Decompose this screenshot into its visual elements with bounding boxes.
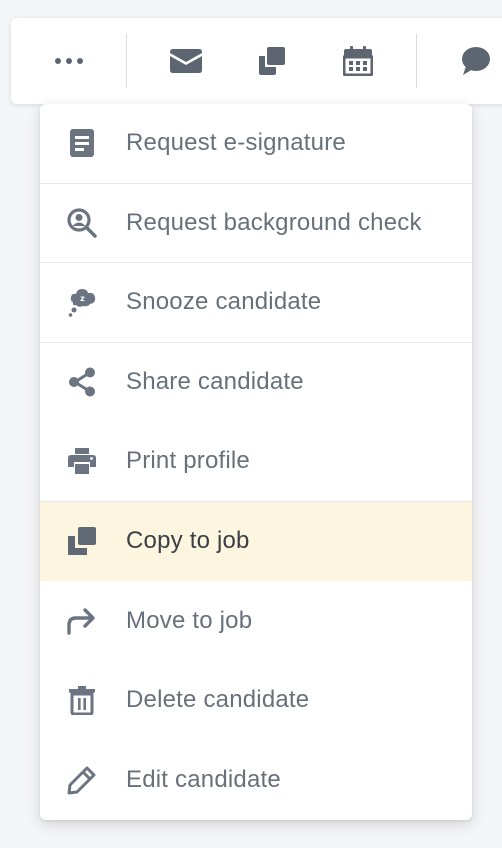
snooze-icon: z xyxy=(66,286,98,318)
menu-item-request-e-signature[interactable]: Request e-signature xyxy=(40,104,472,184)
candidate-toolbar xyxy=(11,18,502,104)
document-icon xyxy=(66,127,98,159)
menu-item-label: Print profile xyxy=(126,447,250,475)
calendar-icon xyxy=(343,46,373,76)
toolbar-divider xyxy=(126,34,127,88)
printer-icon xyxy=(66,445,98,477)
trash-icon xyxy=(66,684,98,716)
toolbar-divider xyxy=(416,34,417,88)
menu-item-label: Copy to job xyxy=(126,527,250,555)
svg-text:z: z xyxy=(80,294,85,303)
menu-item-edit-candidate[interactable]: Edit candidate xyxy=(40,740,472,820)
menu-item-label: Move to job xyxy=(126,606,253,634)
copy-button[interactable] xyxy=(247,18,297,104)
email-button[interactable] xyxy=(161,18,211,104)
copy-icon xyxy=(66,525,98,557)
menu-item-request-background-check[interactable]: Request background check xyxy=(40,184,472,263)
share-icon xyxy=(66,366,98,398)
comment-icon xyxy=(461,46,491,76)
menu-item-label: Request background check xyxy=(126,208,422,236)
menu-item-print-profile[interactable]: Print profile xyxy=(40,422,472,502)
menu-item-label: Edit candidate xyxy=(126,765,281,793)
menu-item-label: Request e-signature xyxy=(126,129,346,157)
more-actions-button[interactable] xyxy=(41,18,97,104)
pencil-icon xyxy=(66,764,98,796)
menu-item-move-to-job[interactable]: Move to job xyxy=(40,581,472,661)
envelope-icon xyxy=(170,48,202,74)
menu-item-label: Share candidate xyxy=(126,368,304,396)
menu-item-snooze-candidate[interactable]: z Snooze candidate xyxy=(40,263,472,343)
forward-arrow-icon xyxy=(66,605,98,637)
schedule-button[interactable] xyxy=(333,18,383,104)
menu-item-share-candidate[interactable]: Share candidate xyxy=(40,343,472,423)
copy-icon xyxy=(257,46,287,76)
menu-item-label: Snooze candidate xyxy=(126,288,322,316)
menu-item-delete-candidate[interactable]: Delete candidate xyxy=(40,661,472,741)
more-horizontal-icon xyxy=(53,56,85,66)
page: Request e-signature Request background c… xyxy=(0,0,502,848)
search-person-icon xyxy=(66,207,98,239)
comment-button[interactable] xyxy=(451,18,501,104)
more-actions-menu: Request e-signature Request background c… xyxy=(40,104,472,820)
menu-item-label: Delete candidate xyxy=(126,686,310,714)
menu-item-copy-to-job[interactable]: Copy to job xyxy=(40,501,472,581)
